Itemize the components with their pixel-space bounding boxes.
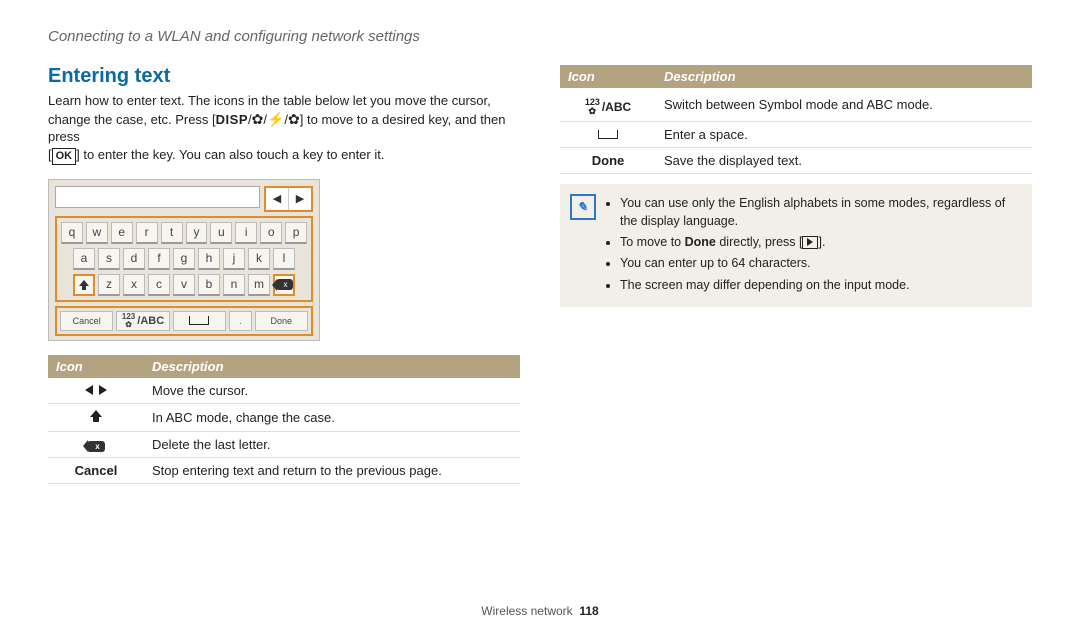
move-cursor-desc: Move the cursor.	[144, 378, 520, 404]
key-r[interactable]: r	[136, 222, 158, 244]
ok-glyph: OK	[52, 148, 77, 165]
shift-key[interactable]	[73, 274, 95, 296]
table-row: Cancel Stop entering text and return to …	[48, 457, 520, 483]
cancel-key[interactable]: Cancel	[60, 311, 113, 331]
cursor-right-button[interactable]: ▶	[289, 188, 311, 210]
space-desc: Enter a space.	[656, 122, 1032, 148]
key-h[interactable]: h	[198, 248, 220, 270]
key-e[interactable]: e	[111, 222, 133, 244]
flash-icon: ⚡	[267, 111, 284, 127]
key-m[interactable]: m	[248, 274, 270, 296]
timer-icon: ✿	[288, 111, 300, 127]
page-footer: Wireless network 118	[0, 604, 1080, 618]
section-title: Entering text	[48, 65, 520, 88]
icon-description-table-right: Icon Description 123✿ /ABC Switch betwee…	[560, 65, 1032, 174]
intro-line3b: ] to enter the key. You can also touch a…	[76, 147, 384, 162]
key-c[interactable]: c	[148, 274, 170, 296]
left-column: Entering text Learn how to enter text. T…	[48, 65, 520, 484]
note-item: You can enter up to 64 characters.	[620, 254, 1020, 272]
key-p[interactable]: p	[285, 222, 307, 244]
note-box: ✎ You can use only the English alphabets…	[560, 184, 1032, 307]
key-s[interactable]: s	[98, 248, 120, 270]
table-header-description: Description	[656, 65, 1032, 88]
intro-line2a: change the case, etc. Press [	[48, 112, 216, 127]
mode-switch-icon: 123✿ /ABC	[560, 88, 656, 122]
page-number: 118	[579, 604, 598, 618]
note-item: To move to Done directly, press [].	[620, 233, 1020, 251]
keyboard-text-field[interactable]	[55, 186, 260, 208]
done-desc: Save the displayed text.	[656, 148, 1032, 174]
cursor-left-button[interactable]: ◀	[266, 188, 289, 210]
table-row: Move the cursor.	[48, 378, 520, 404]
key-x[interactable]: x	[123, 274, 145, 296]
flower-icon: ✿	[252, 111, 264, 127]
breadcrumb: Connecting to a WLAN and configuring net…	[48, 28, 1032, 45]
key-g[interactable]: g	[173, 248, 195, 270]
footer-section: Wireless network	[481, 604, 572, 618]
period-key[interactable]: .	[229, 311, 252, 331]
key-y[interactable]: y	[186, 222, 208, 244]
note-icon: ✎	[570, 194, 596, 220]
key-t[interactable]: t	[161, 222, 183, 244]
backspace-key[interactable]: x	[273, 274, 295, 296]
cursor-arrow-group: ◀ ▶	[264, 186, 313, 212]
space-key[interactable]	[173, 311, 226, 331]
mode-switch-desc: Switch between Symbol mode and ABC mode.	[656, 88, 1032, 122]
note-item: The screen may differ depending on the i…	[620, 276, 1020, 294]
note-list: You can use only the English alphabets i…	[606, 194, 1020, 297]
table-row: Done Save the displayed text.	[560, 148, 1032, 174]
key-d[interactable]: d	[123, 248, 145, 270]
table-header-icon: Icon	[48, 355, 144, 378]
table-header-icon: Icon	[560, 65, 656, 88]
intro-paragraph: Learn how to enter text. The icons in th…	[48, 92, 520, 165]
key-i[interactable]: i	[235, 222, 257, 244]
key-b[interactable]: b	[198, 274, 220, 296]
key-z[interactable]: z	[98, 274, 120, 296]
table-row: x Delete the last letter.	[48, 431, 520, 457]
keyboard-bottom-row: Cancel 123✿/ABC . Done	[55, 306, 313, 336]
key-j[interactable]: j	[223, 248, 245, 270]
mode-key[interactable]: 123✿/ABC	[116, 311, 169, 331]
table-row: Enter a space.	[560, 122, 1032, 148]
key-o[interactable]: o	[260, 222, 282, 244]
backspace-desc: Delete the last letter.	[144, 431, 520, 457]
right-column: Icon Description 123✿ /ABC Switch betwee…	[560, 65, 1032, 484]
key-q[interactable]: q	[61, 222, 83, 244]
done-icon: Done	[560, 148, 656, 174]
note-item: You can use only the English alphabets i…	[620, 194, 1020, 230]
cancel-desc: Stop entering text and return to the pre…	[144, 457, 520, 483]
backspace-icon: x	[48, 431, 144, 457]
shift-icon	[48, 403, 144, 431]
icon-description-table-left: Icon Description Move the cursor. In ABC…	[48, 355, 520, 484]
shift-desc: In ABC mode, change the case.	[144, 403, 520, 431]
move-cursor-icon	[48, 378, 144, 404]
disp-glyph: DISP	[216, 112, 248, 127]
key-w[interactable]: w	[86, 222, 108, 244]
table-header-description: Description	[144, 355, 520, 378]
cancel-icon: Cancel	[48, 457, 144, 483]
key-f[interactable]: f	[148, 248, 170, 270]
done-key[interactable]: Done	[255, 311, 308, 331]
key-n[interactable]: n	[223, 274, 245, 296]
table-row: 123✿ /ABC Switch between Symbol mode and…	[560, 88, 1032, 122]
space-icon	[560, 122, 656, 148]
keyboard-character-rows: qwertyuiop asdfghjkl zxcvbnm x	[55, 216, 313, 302]
table-row: In ABC mode, change the case.	[48, 403, 520, 431]
key-a[interactable]: a	[73, 248, 95, 270]
key-k[interactable]: k	[248, 248, 270, 270]
key-u[interactable]: u	[210, 222, 232, 244]
key-v[interactable]: v	[173, 274, 195, 296]
intro-line1: Learn how to enter text. The icons in th…	[48, 93, 491, 108]
two-column-layout: Entering text Learn how to enter text. T…	[48, 65, 1032, 484]
key-l[interactable]: l	[273, 248, 295, 270]
onscreen-keyboard: ◀ ▶ qwertyuiop asdfghjkl zxcvbnm x	[48, 179, 320, 341]
